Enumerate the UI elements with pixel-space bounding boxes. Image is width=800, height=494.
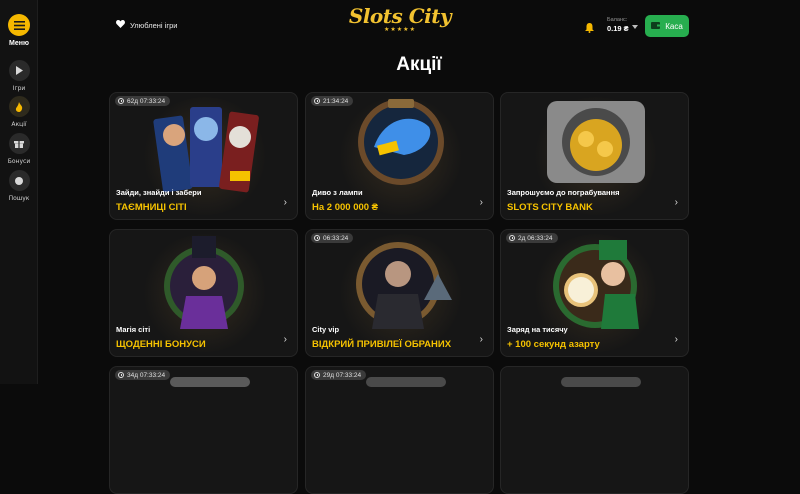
wallet-icon [651,21,661,31]
card-title: ТАЄМНИЦІ СІТІ [116,202,187,213]
promo-card[interactable]: Магія сіті ЩОДЕННІ БОНУСИ › [109,229,298,357]
favorites-label: Улюблені ігри [130,20,178,30]
promo-card[interactable]: 29д 07:33:24 [305,366,494,494]
timer-text: 21:34:24 [323,97,349,105]
chevron-right-icon: › [674,334,678,345]
timer-badge: 62д 07:33:24 [115,96,171,106]
card-subtitle: Заряд на тисячу [507,325,568,334]
card-title: ВІДКРИЙ ПРИВІЛЕЇ ОБРАНИХ [312,339,452,350]
timer-text: 62д 07:33:24 [127,97,166,105]
promo-image [561,377,641,387]
promo-image [170,377,250,387]
sidebar-item-menu[interactable]: Меню [0,14,38,47]
promo-card[interactable]: 62д 07:33:24 Зайди, знайди і забери ТАЄМ… [109,92,298,220]
search-icon [8,170,30,191]
timer-text: 2д 06:33:24 [518,234,553,242]
timer-text: 06:33:24 [323,234,349,242]
timer-badge: 34д 07:33:24 [115,370,171,380]
timer-badge: 29д 07:33:24 [311,370,367,380]
clock-icon [314,98,320,104]
timer-text: 34д 07:33:24 [127,371,166,379]
bell-icon[interactable] [585,20,594,38]
promo-image [547,101,645,183]
chevron-right-icon: › [479,197,483,208]
card-title: + 100 секунд азарту [507,339,600,350]
clock-icon [314,235,320,241]
favorites-link[interactable]: Улюблені ігри [116,20,177,30]
sidebar-item-bonuses[interactable]: Бонуси [0,133,38,165]
sidebar: Меню Ігри Акції Бонуси Пошук [0,0,38,384]
card-title: На 2 000 000 ₴ [312,202,379,213]
logo[interactable]: Slots City ★★★★★ [348,4,452,48]
chevron-right-icon: › [479,334,483,345]
card-subtitle: City vip [312,325,340,334]
timer-badge: 06:33:24 [311,233,354,243]
promo-image [553,240,639,329]
card-subtitle: Магія сіті [116,325,151,334]
chevron-right-icon: › [283,334,287,345]
timer-badge: 2д 06:33:24 [506,233,558,243]
balance-label: Баланс: [607,17,628,23]
balance-value: 0.19 ₴ [607,24,629,33]
sidebar-item-label: Меню [9,40,29,47]
promo-card[interactable]: Запрошуємо до пограбування SLOTS CITY BA… [500,92,689,220]
sidebar-item-label: Бонуси [7,158,31,165]
menu-icon [8,14,30,36]
heart-icon [116,20,125,30]
chevron-down-icon[interactable] [632,25,638,29]
clock-icon [118,372,124,378]
cash-button[interactable]: Каса [645,15,689,37]
chevron-right-icon: › [674,197,678,208]
timer-badge: 21:34:24 [311,96,354,106]
sidebar-item-promotions[interactable]: Акції [0,96,38,128]
cash-label: Каса [665,21,683,31]
chevron-right-icon: › [283,197,287,208]
header: Улюблені ігри Slots City ★★★★★ Баланс: 0… [38,0,800,52]
clock-icon [314,372,320,378]
promo-card[interactable] [500,366,689,494]
sidebar-item-games[interactable]: Ігри [0,60,38,92]
card-subtitle: Запрошуємо до пограбування [507,188,620,197]
clock-icon [118,98,124,104]
sidebar-item-search[interactable]: Пошук [0,170,38,202]
card-title: SLOTS CITY BANK [507,202,593,213]
sidebar-item-label: Акції [11,121,27,128]
promo-image [366,377,446,387]
promo-image [356,242,452,329]
clock-icon [509,235,515,241]
logo-text: Slots City [348,4,452,28]
gift-icon [8,133,30,154]
page-title: Акції [396,54,442,75]
card-subtitle: Зайди, знайди і забери [116,188,202,197]
promo-image [358,99,444,185]
sidebar-item-label: Ігри [12,85,26,92]
timer-text: 29д 07:33:24 [323,371,362,379]
promo-image [164,236,244,329]
sidebar-item-label: Пошук [8,195,30,202]
play-icon [8,60,30,81]
fire-icon [8,96,30,117]
balance[interactable]: Баланс: 0.19 ₴ [607,17,629,33]
card-title: ЩОДЕННІ БОНУСИ [116,339,206,350]
promo-card[interactable]: 06:33:24 City vip ВІДКРИЙ ПРИВІЛЕЇ ОБРАН… [305,229,494,357]
promo-card[interactable]: 2д 06:33:24 Заряд на тисячу + 100 секунд… [500,229,689,357]
promo-card[interactable]: 21:34:24 Диво з лампи На 2 000 000 ₴ › [305,92,494,220]
promo-image [153,107,259,193]
card-subtitle: Диво з лампи [312,188,363,197]
promo-card[interactable]: 34д 07:33:24 [109,366,298,494]
